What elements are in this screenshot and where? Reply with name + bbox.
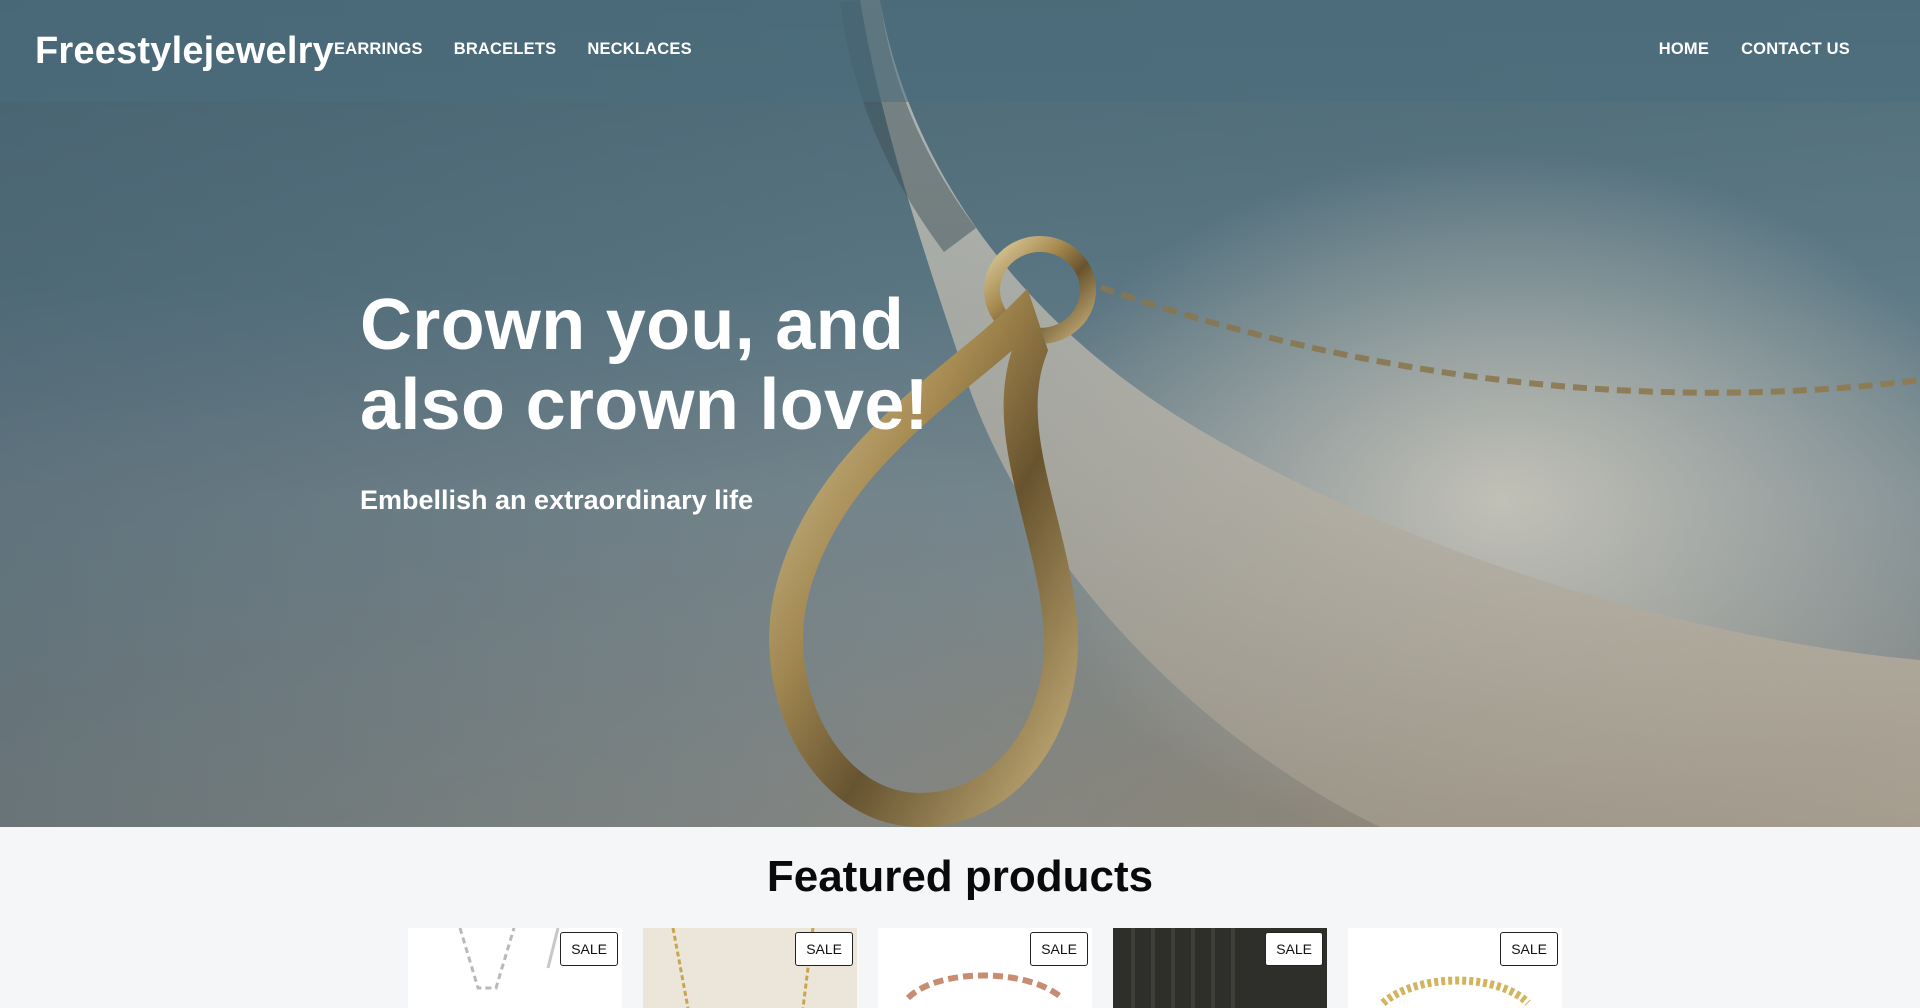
featured-products-section: Featured products SALE SALE SALE SALE SA… [0, 827, 1920, 1008]
nav-contact-us[interactable]: CONTACT US [1741, 40, 1850, 59]
product-card[interactable]: SALE [1113, 928, 1327, 1008]
hero-subtitle: Embellish an extraordinary life [360, 485, 754, 515]
sale-badge: SALE [1265, 932, 1323, 966]
product-card[interactable]: SALE [1348, 928, 1562, 1008]
featured-products-title: Featured products [766, 852, 1154, 901]
brand-logo[interactable]: Freestylejewelry [35, 30, 334, 73]
nav-bracelets[interactable]: BRACELETS [454, 40, 557, 59]
product-card[interactable]: SALE [878, 928, 1092, 1008]
sale-badge: SALE [1030, 932, 1088, 966]
sale-badge: SALE [1500, 932, 1558, 966]
product-card[interactable]: SALE [643, 928, 857, 1008]
utility-nav: HOME CONTACT US [1659, 40, 1850, 59]
product-card[interactable]: SALE [408, 928, 622, 1008]
sale-badge: SALE [795, 932, 853, 966]
hero-title: Crown you, and also crown love! [360, 285, 929, 445]
hero-banner: Freestylejewelry EARRINGS BRACELETS NECK… [0, 0, 1920, 827]
nav-necklaces[interactable]: NECKLACES [587, 40, 691, 59]
product-grid: SALE SALE SALE SALE SALE [408, 928, 1562, 1008]
nav-earrings[interactable]: EARRINGS [334, 40, 423, 59]
sale-badge: SALE [560, 932, 618, 966]
hero-text-block: Crown you, and also crown love! Embellis… [360, 285, 1060, 516]
top-navigation-bar: Freestylejewelry EARRINGS BRACELETS NECK… [0, 0, 1920, 102]
category-nav: EARRINGS BRACELETS NECKLACES [334, 40, 692, 59]
nav-home[interactable]: HOME [1659, 40, 1709, 59]
